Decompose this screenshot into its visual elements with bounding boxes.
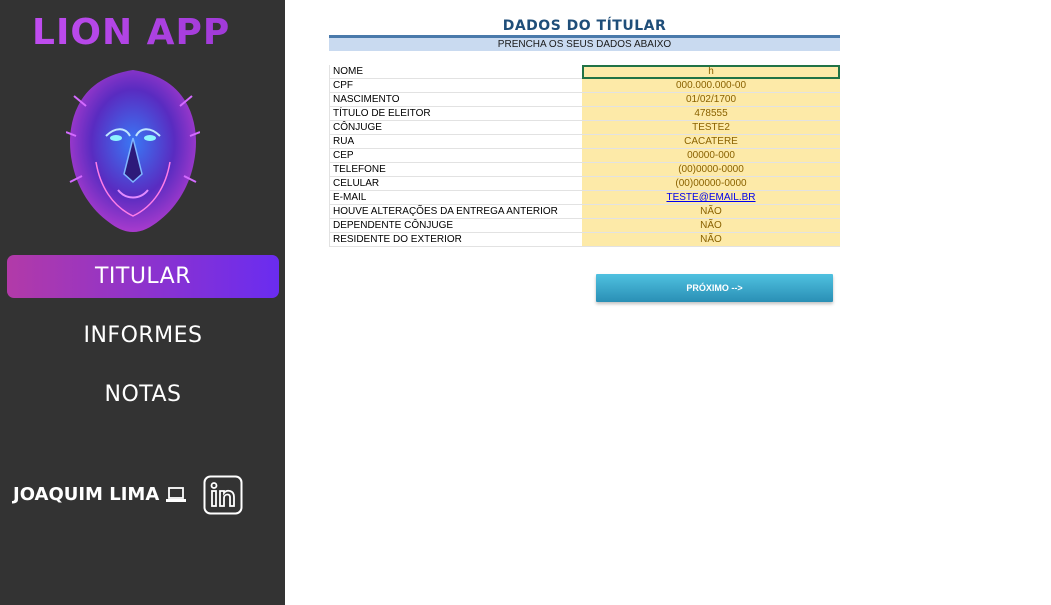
table-row: NOME h [329, 65, 840, 79]
field-label: HOUVE ALTERAÇÕES DA ENTREGA ANTERIOR [329, 204, 582, 219]
field-label: DEPENDENTE CÔNJUGE [329, 218, 582, 233]
field-label: CÔNJUGE [329, 120, 582, 135]
table-row: CELULAR (00)00000-0000 [329, 176, 840, 191]
field-label: TÍTULO DE ELEITOR [329, 106, 582, 121]
table-row: CEP 00000-000 [329, 148, 840, 163]
field-label: TELEFONE [329, 162, 582, 177]
nav-item-titular[interactable]: TITULAR [7, 255, 279, 298]
table-row: E-MAIL TESTE@EMAIL.BR [329, 190, 840, 205]
field-label: E-MAIL [329, 190, 582, 205]
lion-logo-icon [66, 70, 200, 232]
field-label: RUA [329, 134, 582, 149]
field-value-cpf[interactable]: 000.000.000-00 [582, 78, 840, 93]
field-value-rua[interactable]: CACATERE [582, 134, 840, 149]
table-row: RUA CACATERE [329, 134, 840, 149]
next-button[interactable]: PRÓXIMO --> [596, 274, 833, 302]
table-row: NASCIMENTO 01/02/1700 [329, 92, 840, 107]
field-label: CPF [329, 78, 582, 93]
field-label: CELULAR [329, 176, 582, 191]
nav-item-label: NOTAS [104, 382, 182, 407]
table-row: DEPENDENTE CÔNJUGE NÃO [329, 218, 840, 233]
field-value-conjuge[interactable]: TESTE2 [582, 120, 840, 135]
table-row: HOUVE ALTERAÇÕES DA ENTREGA ANTERIOR NÃO [329, 204, 840, 219]
nav-item-label: TITULAR [94, 264, 192, 289]
field-label: NASCIMENTO [329, 92, 582, 107]
field-value-alteracoes[interactable]: NÃO [582, 204, 840, 219]
field-value-residente-exterior[interactable]: NÃO [582, 232, 840, 247]
table-row: TÍTULO DE ELEITOR 478555 [329, 106, 840, 121]
field-value-titulo-eleitor[interactable]: 478555 [582, 106, 840, 121]
holder-data-table: NOME h CPF 000.000.000-00 NASCIMENTO 01/… [329, 65, 840, 247]
field-value-email[interactable]: TESTE@EMAIL.BR [582, 190, 840, 205]
author-name: JOAQUIM LIMA [13, 484, 160, 505]
field-value-nascimento[interactable]: 01/02/1700 [582, 92, 840, 107]
table-row: CPF 000.000.000-00 [329, 78, 840, 93]
nav-item-informes[interactable]: INFORMES [7, 314, 279, 357]
field-label: CEP [329, 148, 582, 163]
field-value-celular[interactable]: (00)00000-0000 [582, 176, 840, 191]
form-subtitle: PRENCHA OS SEUS DADOS ABAIXO [329, 38, 840, 51]
field-label: NOME [329, 65, 582, 79]
email-link[interactable]: TESTE@EMAIL.BR [666, 192, 755, 203]
table-row: RESIDENTE DO EXTERIOR NÃO [329, 232, 840, 247]
field-label: RESIDENTE DO EXTERIOR [329, 232, 582, 247]
form-title: DADOS DO TÍTULAR [502, 18, 667, 34]
nav-item-label: INFORMES [83, 323, 203, 348]
field-value-dependente-conjuge[interactable]: NÃO [582, 218, 840, 233]
table-row: TELEFONE (00)0000-0000 [329, 162, 840, 177]
linkedin-icon[interactable] [203, 475, 243, 515]
field-value-nome[interactable]: h [582, 65, 840, 79]
sidebar: LION APP TITULAR INFORMES NOTAS JOAQUIM … [0, 0, 285, 605]
app-logo-text: LION APP [32, 12, 231, 53]
table-row: CÔNJUGE TESTE2 [329, 120, 840, 135]
field-value-telefone[interactable]: (00)0000-0000 [582, 162, 840, 177]
nav-item-notas[interactable]: NOTAS [7, 373, 279, 416]
field-value-cep[interactable]: 00000-000 [582, 148, 840, 163]
laptop-icon [166, 487, 186, 502]
